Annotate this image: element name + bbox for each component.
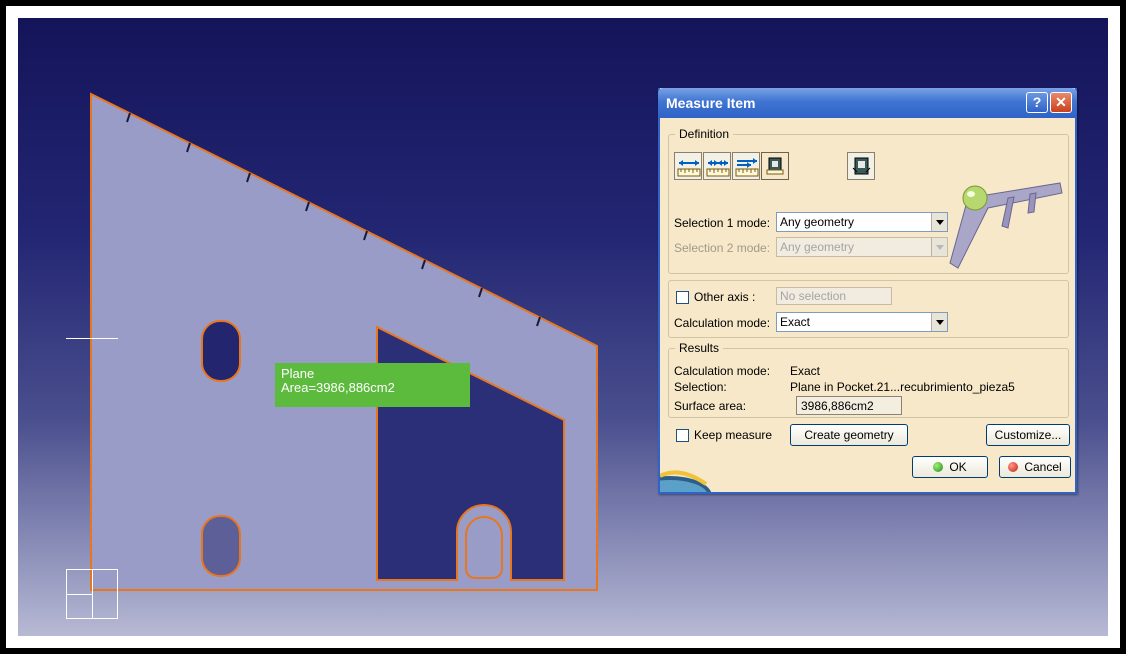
3d-viewport[interactable]: Plane Area=3986,886cm2 Measure Item ? ✕ … <box>18 18 1108 636</box>
annotation-area: Area=3986,886cm2 <box>281 380 395 395</box>
keep-measure-checkbox[interactable] <box>676 429 689 442</box>
hole-upper[interactable] <box>201 320 241 382</box>
compass-widget[interactable] <box>66 569 118 619</box>
surface-area-label: Surface area: <box>674 399 747 413</box>
pocket-inner-slot <box>465 516 503 579</box>
calculation-mode-value: Exact <box>780 315 811 329</box>
selection2-select: Any geometry <box>776 237 948 257</box>
selection1-select[interactable]: Any geometry <box>776 212 948 232</box>
measure-annotation[interactable]: Plane Area=3986,886cm2 <box>275 363 470 407</box>
selection1-label: Selection 1 mode: <box>674 216 771 230</box>
cancel-button[interactable]: Cancel <box>999 456 1071 478</box>
result-calc-label: Calculation mode: <box>674 364 771 378</box>
calculation-mode-label: Calculation mode: <box>674 316 771 330</box>
close-button[interactable]: ✕ <box>1050 92 1072 113</box>
result-selection-value: Plane in Pocket.21...recubrimiento_pieza… <box>790 380 1015 394</box>
ok-label: OK <box>949 460 967 474</box>
catia-logo-icon <box>660 470 712 492</box>
measure-item-icon[interactable] <box>761 152 789 180</box>
surface-area-value: 3986,886cm2 <box>796 396 902 415</box>
hole-lower[interactable] <box>201 515 241 577</box>
annotation-type: Plane <box>281 366 315 381</box>
other-axis-checkbox[interactable] <box>676 291 689 304</box>
axis-marker <box>66 338 118 339</box>
measure-between-chain-icon[interactable] <box>703 152 731 180</box>
create-geometry-button[interactable]: Create geometry <box>790 424 908 446</box>
measure-between-fan-icon[interactable] <box>732 152 760 180</box>
selection1-value: Any geometry <box>780 215 855 229</box>
measure-thickness-icon[interactable] <box>847 152 875 180</box>
dialog-titlebar[interactable]: Measure Item ? ✕ <box>658 88 1077 118</box>
measure-between-icon[interactable] <box>674 152 702 180</box>
definition-legend: Definition <box>675 127 734 141</box>
results-legend: Results <box>675 341 724 355</box>
cancel-label: Cancel <box>1024 460 1062 474</box>
dialog-title: Measure Item <box>666 95 756 111</box>
keep-measure-label: Keep measure <box>694 428 773 442</box>
other-axis-label: Other axis : <box>694 290 756 304</box>
ok-button[interactable]: OK <box>912 456 988 478</box>
ok-icon <box>933 462 944 472</box>
caliper-illustration-icon <box>949 182 1063 269</box>
cancel-icon <box>1008 462 1019 472</box>
measure-item-dialog: Measure Item ? ✕ Definition Selection 1 … <box>658 88 1077 494</box>
other-axis-field: No selection <box>776 287 892 305</box>
help-button[interactable]: ? <box>1026 92 1048 113</box>
other-axis-placeholder: No selection <box>780 289 847 303</box>
calculation-mode-select[interactable]: Exact <box>776 312 948 332</box>
chevron-down-icon <box>931 238 947 256</box>
screen-frame: Plane Area=3986,886cm2 Measure Item ? ✕ … <box>0 0 1126 654</box>
result-calc-value: Exact <box>790 364 821 378</box>
chevron-down-icon[interactable] <box>931 213 947 231</box>
customize-button[interactable]: Customize... <box>986 424 1070 446</box>
result-selection-label: Selection: <box>674 380 727 394</box>
selection2-label: Selection 2 mode: <box>674 241 771 255</box>
selection2-value: Any geometry <box>780 240 855 254</box>
chevron-down-icon[interactable] <box>931 313 947 331</box>
